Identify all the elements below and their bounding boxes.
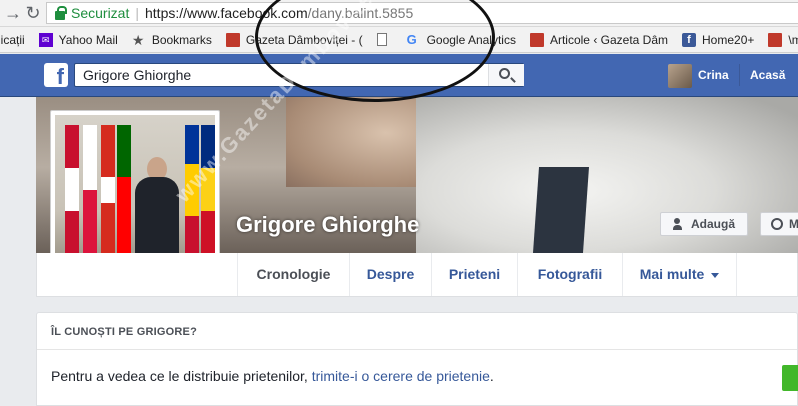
chevron-down-icon: [711, 272, 720, 278]
user-name-link[interactable]: Crina: [698, 68, 729, 82]
bookmark-label: Yahoo Mail: [58, 32, 118, 47]
tab-more-label: Mai multe: [639, 266, 705, 282]
yahoo-icon: ✉: [38, 32, 53, 47]
message-label: M: [789, 217, 798, 231]
card-divider: [37, 349, 797, 350]
tab-about[interactable]: Despre: [349, 253, 431, 296]
flag: [65, 125, 79, 255]
gazeta-icon: [529, 32, 544, 47]
bookmark-yahoo-mail[interactable]: ✉ Yahoo Mail: [38, 32, 118, 47]
profile-tabs: Cronologie Despre Prieteni Fotografii Ma…: [36, 253, 798, 297]
card-text-start: Pentru a vedea ce le distribuie prieteni…: [51, 368, 312, 384]
bookmark-label: Articole ‹ Gazeta Dâm: [549, 32, 669, 47]
secure-label: Securizat: [71, 5, 130, 21]
card-text-end: .: [489, 368, 494, 384]
reload-icon[interactable]: ↻: [22, 2, 44, 24]
friend-request-link[interactable]: trimite-i o cerere de prietenie: [312, 368, 490, 384]
tab-timeline[interactable]: Cronologie: [237, 253, 349, 296]
message-button[interactable]: M: [760, 212, 798, 236]
bookmark-articole[interactable]: Articole ‹ Gazeta Dâm: [529, 32, 669, 47]
add-friend-label: Adaugă: [691, 217, 736, 231]
bookmark-label: Bookmarks: [151, 32, 212, 47]
profile-name[interactable]: Grigore Ghiorghe: [236, 212, 419, 238]
add-friend-green-button[interactable]: [782, 365, 798, 391]
url-separator: |: [135, 5, 139, 21]
card-text: Pentru a vedea ce le distribuie prieteni…: [51, 368, 494, 384]
add-friend-icon: [673, 218, 685, 230]
bookmark-m[interactable]: \m: [768, 32, 798, 47]
bookmark-bookmarks[interactable]: ★ Bookmarks: [132, 33, 212, 47]
flag: [83, 125, 97, 255]
search-icon: [499, 68, 510, 79]
card-title: ÎL CUNOȘTI PE GRIGORE?: [51, 326, 197, 338]
star-icon: ★: [131, 31, 145, 48]
forward-icon[interactable]: →: [2, 2, 24, 24]
tab-more[interactable]: Mai multe: [622, 253, 737, 296]
flag: [117, 125, 131, 255]
facebook-icon: f: [682, 32, 697, 47]
facebook-logo-icon[interactable]: f: [44, 63, 68, 87]
tab-photos[interactable]: Fotografii: [517, 253, 622, 296]
messenger-icon: [771, 218, 783, 230]
flag: [101, 125, 115, 255]
bookmark-label: licații: [0, 32, 25, 47]
add-friend-button[interactable]: Adaugă: [660, 212, 748, 236]
bookmark-label: \m: [788, 32, 798, 47]
user-avatar[interactable]: [668, 64, 692, 88]
gazeta-icon: [225, 32, 240, 47]
bookmark-home20[interactable]: f Home20+: [682, 32, 755, 47]
bookmark-apps[interactable]: licații: [0, 33, 25, 47]
search-button[interactable]: [488, 64, 524, 86]
cover-tie: [532, 167, 590, 253]
header-divider: [739, 64, 740, 86]
home-link[interactable]: Acasă: [750, 68, 785, 82]
tab-friends[interactable]: Prieteni: [431, 253, 517, 296]
gazeta-icon: [768, 32, 783, 47]
know-person-card: ÎL CUNOȘTI PE GRIGORE? Pentru a vedea ce…: [36, 312, 798, 406]
lock-icon: [55, 5, 67, 20]
bookmark-label: Home20+: [702, 32, 755, 47]
